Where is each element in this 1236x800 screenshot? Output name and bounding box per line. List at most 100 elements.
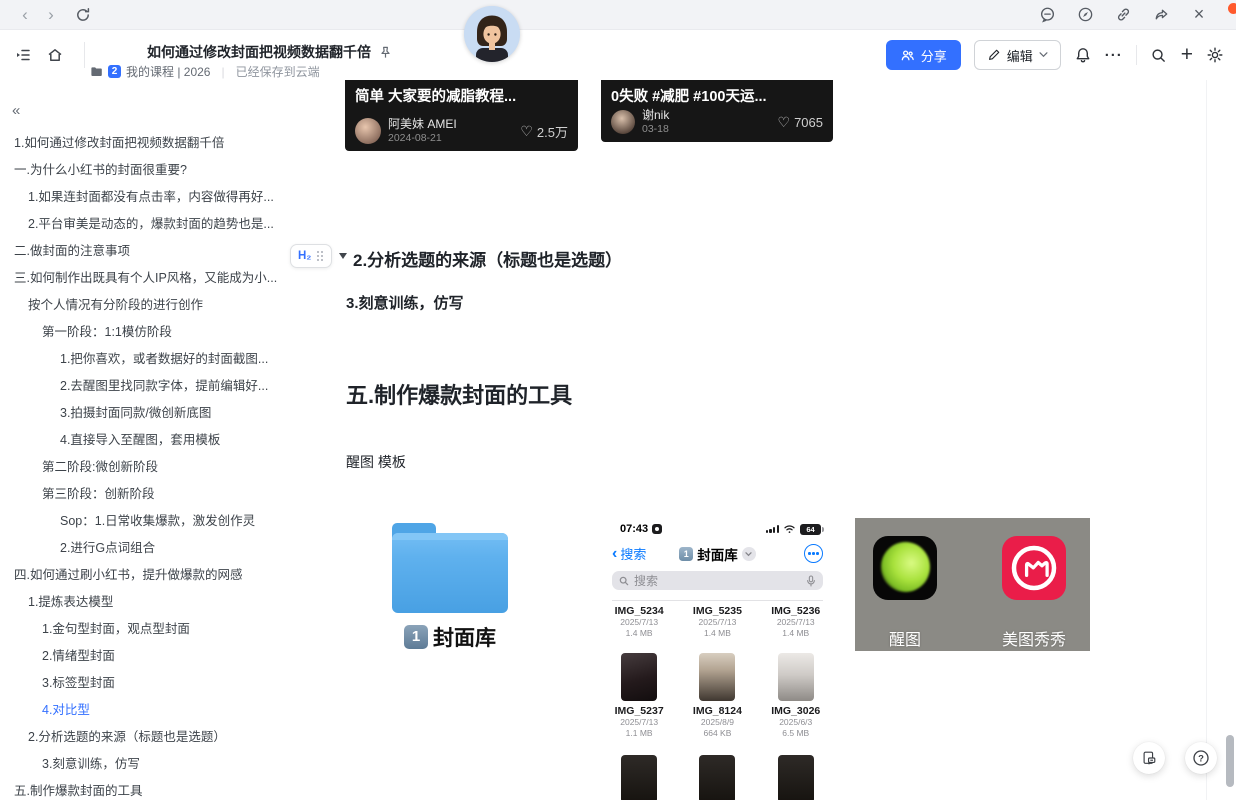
file-grid-row: IMG_5234 2025/7/13 1.4 MB IMG_5235 2025/… — [600, 605, 835, 639]
app-window: ‹ › — [0, 0, 1236, 800]
phone-status-bar: 07:43 64 — [600, 517, 835, 535]
folder-figure[interactable]: 1 封面库 — [386, 523, 514, 652]
collapse-caret-icon[interactable] — [339, 253, 347, 259]
folder-icon — [392, 523, 508, 613]
note-card-title: 简单 大家要的减脂教程... — [345, 80, 578, 106]
outline-item[interactable]: 3.拍摄封面同款/微创新底图 — [0, 400, 300, 427]
file-item[interactable]: IMG_8124 2025/8/9 664 KB — [678, 653, 756, 739]
avatar[interactable] — [464, 6, 520, 62]
file-item[interactable]: IMG_5236 2025/7/13 1.4 MB — [757, 605, 835, 639]
search-field[interactable]: 搜索 — [612, 571, 823, 590]
file-item[interactable]: IMG_5237 2025/7/13 1.1 MB — [600, 653, 678, 739]
comment-panel-button[interactable] — [1133, 742, 1165, 774]
file-item[interactable] — [600, 755, 678, 800]
pencil-icon — [987, 48, 1001, 62]
outline-item[interactable]: 按个人情况有分阶段的进行创作 — [0, 292, 300, 319]
outline-list: 1.如何通过修改封面把视频数据翻千倍 一.为什么小红书的封面很重要? 1.如果连… — [0, 130, 300, 800]
new-doc-button[interactable]: + — [1181, 46, 1193, 64]
search-placeholder: 搜索 — [634, 572, 658, 589]
outline-item[interactable]: 二.做封面的注意事项 — [0, 238, 300, 265]
link-icon[interactable] — [1114, 6, 1132, 24]
more-options-icon[interactable] — [804, 544, 823, 563]
folder-name: 封面库 — [433, 622, 496, 652]
breadcrumb[interactable]: 2 我的课程 | 2026 | 已经保存到云端 — [90, 63, 320, 80]
back-link[interactable]: ‹搜索 — [612, 544, 646, 563]
author-avatar — [611, 110, 635, 134]
outline-item[interactable]: 1.如果连封面都没有点击率，内容做得再好... — [0, 184, 300, 211]
outline-item[interactable]: 一.为什么小红书的封面很重要? — [0, 157, 300, 184]
refresh-button[interactable] — [74, 6, 92, 24]
back-button[interactable]: ‹ — [12, 1, 38, 29]
drag-handle-icon[interactable] — [317, 251, 324, 262]
section-subheading[interactable]: 3.刻意训练，仿写 — [346, 292, 464, 313]
section-heading-large[interactable]: 五.制作爆款封面的工具 — [346, 378, 572, 410]
wifi-icon — [783, 524, 796, 534]
document-title-row: 如何通过修改封面把视频数据翻千倍 — [147, 42, 392, 62]
phone-nav-bar: ‹搜索 1 封面库 — [600, 535, 835, 563]
keycap-1-icon: 1 — [679, 547, 693, 561]
compass-icon[interactable] — [1076, 6, 1094, 24]
battery-icon: 64 — [800, 524, 821, 535]
outline-toggle-icon[interactable] — [14, 46, 32, 64]
outline-item[interactable]: 1.把你喜欢，或者数据好的封面截图... — [0, 346, 300, 373]
more-button[interactable]: ··· — [1105, 47, 1123, 64]
home-icon[interactable] — [46, 46, 64, 64]
breadcrumb-path[interactable]: 我的课程 | 2026 — [126, 63, 210, 80]
pin-icon[interactable] — [379, 46, 392, 59]
share-button[interactable]: 分享 — [886, 40, 961, 70]
note-card[interactable]: 0失败 #减肥 #100天运... 谢nik 03-18 ♡ 7065 — [601, 80, 833, 142]
file-thumbnail — [699, 653, 735, 701]
outline-item[interactable]: 第三阶段：创新阶段 — [0, 481, 300, 508]
outline-item[interactable]: 3.刻意训练，仿写 — [0, 751, 300, 778]
outline-item[interactable]: 第一阶段：1:1模仿阶段 — [0, 319, 300, 346]
outline-item[interactable]: 1.提炼表达模型 — [0, 589, 300, 616]
outline-item[interactable]: 第二阶段:微创新阶段 — [0, 454, 300, 481]
forward-button[interactable]: › — [38, 1, 64, 29]
phone-screenshot[interactable]: 07:43 64 ‹搜索 1 封面库 — [600, 517, 835, 800]
notification-dot — [1228, 3, 1236, 14]
mic-icon[interactable] — [806, 575, 816, 587]
file-item[interactable]: IMG_3026 2025/6/3 6.5 MB — [757, 653, 835, 739]
message-icon[interactable] — [1038, 6, 1056, 24]
outline-item[interactable]: 2.平台审美是动态的，爆款封面的趋势也是... — [0, 211, 300, 238]
app-name: 醒图 — [840, 626, 970, 650]
block-type-badge[interactable]: H₂ — [290, 244, 332, 268]
bell-icon[interactable] — [1074, 46, 1092, 64]
outline-item[interactable]: 1.金句型封面，观点型封面 — [0, 616, 300, 643]
outline-item[interactable]: 1.如何通过修改封面把视频数据翻千倍 — [0, 130, 300, 157]
outline-item[interactable]: 4.直接导入至醒图，套用模板 — [0, 427, 300, 454]
app-icons-figure[interactable]: 醒图 美图秀秀 — [855, 518, 1090, 651]
section-heading[interactable]: 2.分析选题的来源（标题也是选题） — [353, 246, 622, 271]
share-arrow-icon[interactable] — [1152, 6, 1170, 24]
file-thumbnail — [621, 653, 657, 701]
xingtu-app-icon — [873, 536, 937, 600]
outline-item[interactable]: 2.情绪型封面 — [0, 643, 300, 670]
collapse-sidebar-button[interactable]: « — [12, 102, 20, 119]
outline-item[interactable]: Sop：1.日常收集爆款，激发创作灵 — [0, 508, 300, 535]
gear-icon[interactable] — [1206, 46, 1224, 64]
outline-item[interactable]: 五.制作爆款封面的工具 — [0, 778, 300, 800]
vertical-scrollbar[interactable] — [1226, 735, 1234, 787]
screen-record-icon — [652, 524, 662, 534]
outline-item[interactable]: 2.分析选题的来源（标题也是选题） — [0, 724, 300, 751]
edit-button[interactable]: 编辑 — [974, 40, 1061, 70]
outline-item-active[interactable]: 4.对比型 — [0, 697, 300, 724]
outline-item[interactable]: 四.如何通过刷小红书，提升做爆款的网感 — [0, 562, 300, 589]
file-item[interactable]: IMG_5235 2025/7/13 1.4 MB — [678, 605, 756, 639]
outline-item[interactable]: 三.如何制作出既具有个人IP风格，又能成为小... — [0, 265, 300, 292]
paragraph-text[interactable]: 醒图 模板 — [346, 452, 406, 472]
outline-item[interactable]: 2.进行G点词组合 — [0, 535, 300, 562]
file-item[interactable] — [757, 755, 835, 800]
file-item[interactable]: IMG_5234 2025/7/13 1.4 MB — [600, 605, 678, 639]
outline-item[interactable]: 2.去醒图里找同款字体，提前编辑好... — [0, 373, 300, 400]
search-icon[interactable] — [1150, 46, 1168, 64]
save-status: 已经保存到云端 — [236, 63, 320, 80]
title-chevron-icon[interactable] — [742, 547, 756, 561]
help-button[interactable]: ? — [1185, 742, 1217, 774]
author-name: 谢nik — [642, 109, 669, 123]
outline-item[interactable]: 3.标签型封面 — [0, 670, 300, 697]
note-card[interactable]: 简单 大家要的减脂教程... 阿美妹 AMEI 2024-08-21 ♡ 2.5… — [345, 80, 578, 151]
file-item[interactable] — [678, 755, 756, 800]
svg-text:?: ? — [1198, 753, 1204, 764]
close-icon[interactable]: × — [1190, 6, 1208, 24]
